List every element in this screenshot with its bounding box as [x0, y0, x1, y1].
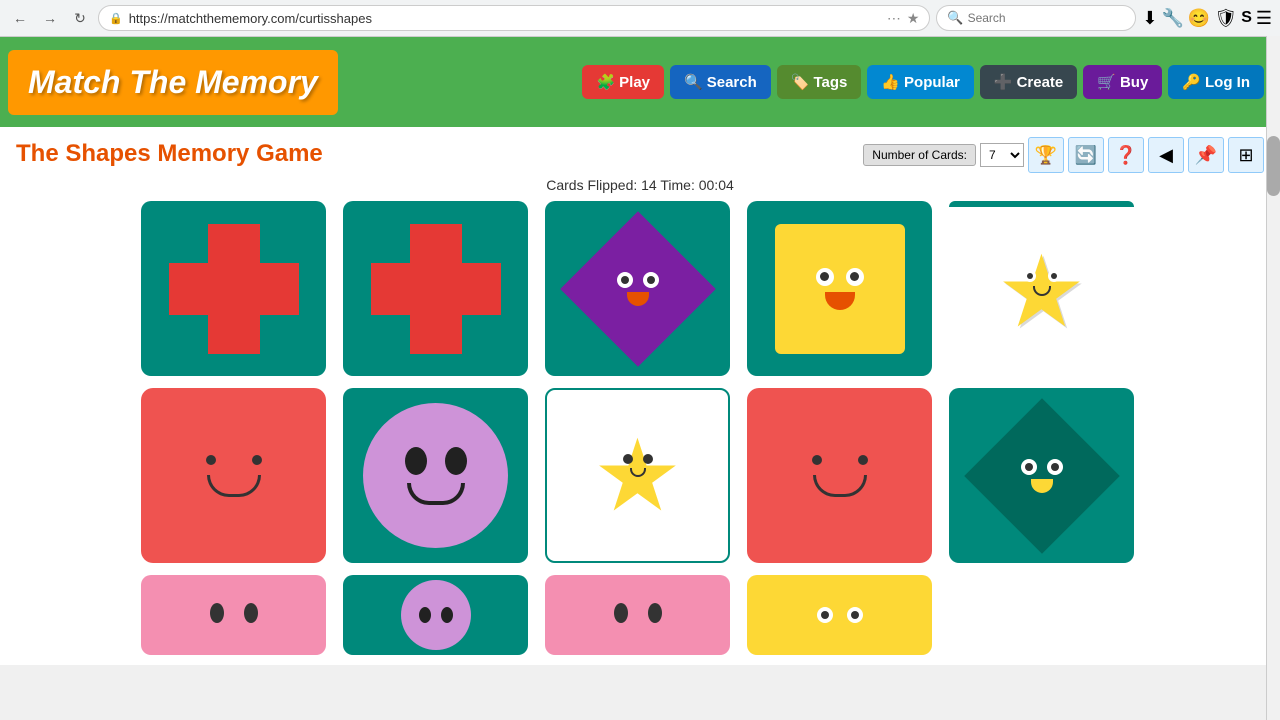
extension-icon[interactable]: 🔧	[1161, 8, 1183, 29]
cart-icon: 🛒	[1097, 73, 1116, 91]
url-text: https://matchthememory.com/curtisshapes	[129, 11, 881, 26]
tags-icon: 🏷️	[791, 73, 810, 91]
create-button[interactable]: ➕ Create	[980, 65, 1077, 99]
scrollbar-thumb[interactable]	[1267, 136, 1280, 196]
emoji-icon: 😊	[1188, 8, 1210, 29]
forward-button[interactable]: →	[38, 6, 62, 30]
square-yellow-shape	[775, 224, 905, 354]
s-icon: S	[1241, 9, 1252, 27]
search-icon: 🔍	[947, 10, 963, 26]
play-button[interactable]: 🧩 Play	[582, 65, 664, 99]
card-heart-1[interactable]	[141, 575, 326, 655]
circle-purple-shape	[363, 403, 508, 548]
grid-button[interactable]: ⊞	[1228, 137, 1264, 173]
card-yellow-partial[interactable]	[747, 575, 932, 655]
card-star-open[interactable]: ★	[545, 388, 730, 563]
address-bar[interactable]: 🔒 https://matchthememory.com/curtisshape…	[98, 5, 930, 31]
pin-button[interactable]: 📌	[1188, 137, 1224, 173]
card-cross-1[interactable]	[141, 201, 326, 376]
yellow-eyes-partial	[817, 607, 863, 623]
search-icon: 🔍	[684, 73, 703, 91]
search-button[interactable]: 🔍 Search	[670, 65, 771, 99]
play-icon: 🧩	[596, 73, 615, 91]
game-stats: Cards Flipped: 14 Time: 00:04	[16, 177, 1264, 193]
game-title: The Shapes Memory Game	[16, 140, 323, 168]
game-area: The Shapes Memory Game Number of Cards: …	[0, 127, 1280, 665]
card-grid-row3	[16, 575, 1264, 655]
cross-shape-2	[371, 224, 501, 354]
card-circle-purple-2[interactable]	[343, 575, 528, 655]
refresh-button[interactable]: ↻	[68, 6, 92, 30]
shield-icon: 🛡	[1214, 8, 1237, 29]
menu-icon[interactable]: ☰	[1256, 8, 1272, 29]
game-controls: Number of Cards: 781012 🏆 🔄 ❓ ◀ 📌 ⊞	[863, 137, 1264, 173]
help-button[interactable]: ❓	[1108, 137, 1144, 173]
download-icon[interactable]: ⬇	[1142, 8, 1157, 29]
trophy-button[interactable]: 🏆	[1028, 137, 1064, 173]
diamond-shape-2	[964, 398, 1120, 554]
card-pink-square-2[interactable]	[747, 388, 932, 563]
card-circle-purple[interactable]	[343, 388, 528, 563]
empty-slot	[949, 575, 1134, 655]
card-square-yellow-1[interactable]	[747, 201, 932, 376]
bookmark-icon[interactable]: ⋯	[887, 10, 901, 27]
card-star-white[interactable]: ★	[949, 201, 1134, 376]
cards-label: Number of Cards:	[863, 144, 976, 166]
pink-square-face-2	[812, 455, 868, 497]
back-button[interactable]: ←	[8, 6, 32, 30]
heart-eyes-1	[210, 603, 258, 623]
popular-button[interactable]: 👍 Popular	[867, 65, 974, 99]
reset-button[interactable]: 🔄	[1068, 137, 1104, 173]
card-grid: ★	[16, 201, 1264, 376]
buy-button[interactable]: 🛒 Buy	[1083, 65, 1162, 99]
card-grid-row2: ★	[16, 388, 1264, 563]
card-pink-square[interactable]	[141, 388, 326, 563]
site-header: Match The Memory 🧩 Play 🔍 Search 🏷️ Tags…	[0, 37, 1280, 127]
browser-search-input[interactable]	[968, 11, 1126, 25]
lock-icon: 🔒	[109, 12, 123, 25]
browser-toolbar-icons: ⬇ 🔧 😊 🛡 S ☰	[1142, 8, 1272, 29]
pink-square-face	[206, 455, 262, 497]
plus-icon: ➕	[994, 73, 1013, 91]
nav-buttons: 🧩 Play 🔍 Search 🏷️ Tags 👍 Popular ➕ Crea…	[582, 65, 1264, 99]
heart-eyes-2	[614, 603, 662, 623]
star-icon[interactable]: ★	[907, 10, 920, 27]
browser-search-bar[interactable]: 🔍	[936, 5, 1136, 31]
card-cross-2[interactable]	[343, 201, 528, 376]
cross-shape-1	[169, 224, 299, 354]
browser-chrome: ← → ↻ 🔒 https://matchthememory.com/curti…	[0, 0, 1280, 37]
thumbsup-icon: 👍	[881, 73, 900, 91]
card-diamond-2[interactable]	[949, 388, 1134, 563]
cards-selector: Number of Cards: 781012	[863, 143, 1024, 167]
login-button[interactable]: 🔑 Log In	[1168, 65, 1264, 99]
circle-small	[401, 580, 471, 650]
site-logo[interactable]: Match The Memory	[28, 64, 318, 101]
back-card-button[interactable]: ◀	[1148, 137, 1184, 173]
login-icon: 🔑	[1182, 73, 1201, 91]
card-diamond-1[interactable]	[545, 201, 730, 376]
logo-box: Match The Memory	[8, 50, 338, 115]
cards-count-select[interactable]: 781012	[980, 143, 1024, 167]
tags-button[interactable]: 🏷️ Tags	[777, 65, 862, 99]
diamond-shape-1	[560, 211, 716, 367]
card-heart-2[interactable]	[545, 575, 730, 655]
scrollbar[interactable]	[1266, 36, 1280, 720]
